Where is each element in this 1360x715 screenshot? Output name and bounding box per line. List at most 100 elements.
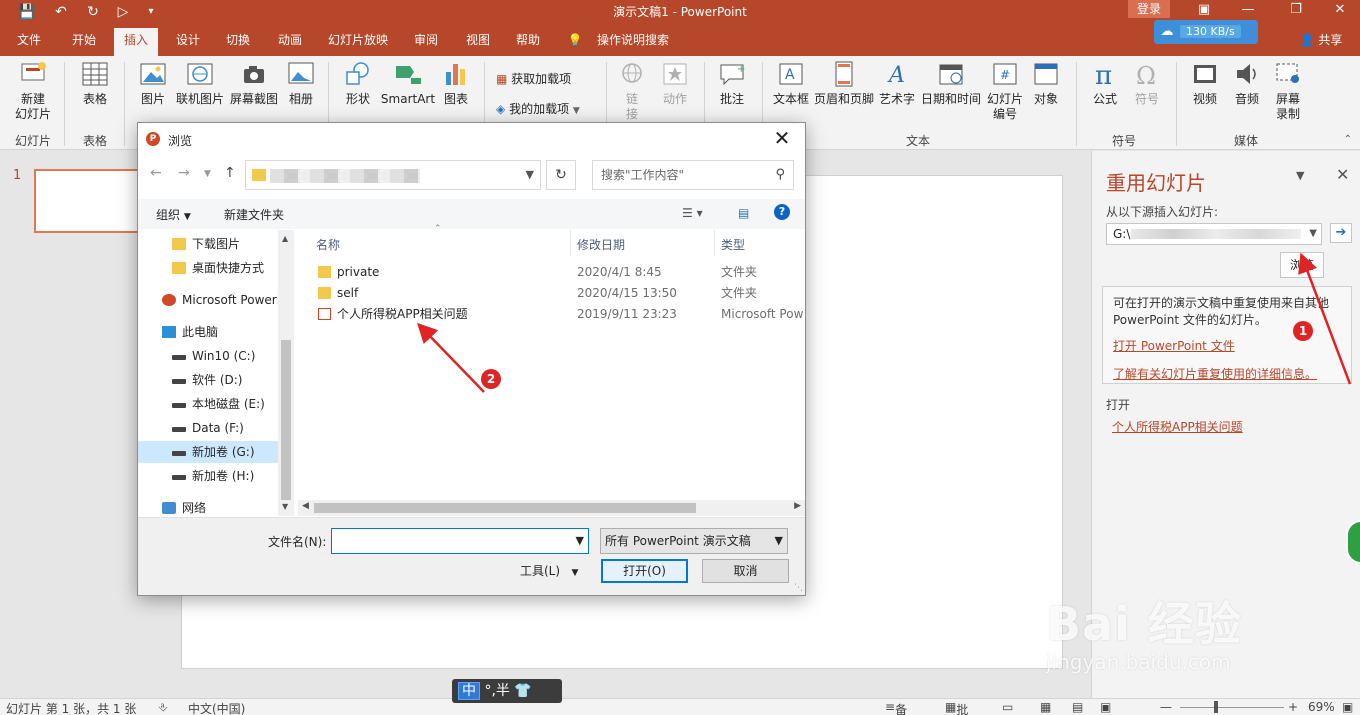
floating-side-button[interactable] [1346,520,1360,564]
column-header-type[interactable]: 类型 [721,236,745,253]
forward-arrow-icon[interactable]: → [178,165,190,181]
screen-record-button[interactable]: 屏幕 录制 [1268,60,1308,122]
hscroll-thumb[interactable] [314,503,696,513]
object-button[interactable]: 对象 [1028,60,1064,107]
wordart-button[interactable]: A 艺术字 [878,60,916,107]
restore-icon[interactable]: ❐ [1276,0,1316,22]
nav-scroll-thumb[interactable] [281,340,291,500]
tab-animations[interactable]: 动画 [268,30,312,56]
file-type-filter[interactable]: 所有 PowerPoint 演示文稿 ▼ [600,528,788,554]
recent-file-link[interactable]: 个人所得税APP相关问题 [1112,418,1243,435]
online-picture-button[interactable]: 联机图片 [174,60,226,107]
resize-grip-icon[interactable]: ⋱ [794,583,803,593]
ime-mode[interactable]: 中 [458,682,480,700]
nav-item[interactable]: 桌面快捷方式 [138,257,278,279]
file-row[interactable]: 个人所得税APP相关问题 2019/9/11 23:23 Microsoft Pow [298,304,805,325]
normal-view-icon[interactable]: ▭ [1002,700,1013,714]
tools-button[interactable]: 工具(L) ▼ [520,562,578,579]
accessibility-icon[interactable]: ⎀ [158,700,168,715]
scroll-left-icon[interactable]: ◀ [302,501,309,511]
close-window-icon[interactable]: ✕ [1320,0,1360,22]
close-pane-icon[interactable]: ✕ [1336,165,1349,184]
shirt-icon[interactable]: 👕 [514,683,531,699]
nav-item[interactable]: 新加卷 (H:) [138,465,278,487]
organize-button[interactable]: 组织 ▼ [156,206,191,223]
reading-view-icon[interactable]: ▤ [1072,700,1083,714]
nav-item[interactable]: Win10 (C:) [138,345,278,367]
textbox-button[interactable]: A 文本框 [770,60,812,107]
screenshot-button[interactable]: 屏幕截图 [228,60,280,107]
ime-toolbar[interactable]: 中 °,半 👕 [452,679,562,703]
recent-locations-icon[interactable]: ▼ [204,169,211,179]
datetime-button[interactable]: 日期和时间 [918,60,984,107]
open-button[interactable]: 打开(O) [601,559,688,583]
back-arrow-icon[interactable]: ← [150,165,162,181]
source-input[interactable]: G:\ ▼ [1106,223,1322,245]
ime-punct[interactable]: °,半 [484,683,509,699]
share-button[interactable]: 👤 共享 [1296,30,1346,56]
help-icon[interactable]: ? [774,204,790,220]
pane-options-icon[interactable]: ▼ [1296,169,1304,182]
learn-more-link[interactable]: 了解有关幻灯片重复使用的详细信息。 [1113,365,1317,382]
nav-item[interactable]: 此电脑 [138,321,278,343]
new-slide-button[interactable]: 新建 幻灯片 [8,60,58,122]
nav-item[interactable]: 本地磁盘 (E:) [138,393,278,415]
audio-button[interactable]: 音频 [1228,60,1266,107]
view-options-icon[interactable]: ☰ ▾ [682,206,703,220]
tell-me-search[interactable]: 操作说明搜索 [590,30,676,56]
link-button[interactable]: 链 接 [614,60,650,122]
file-row[interactable]: self 2020/4/15 13:50 文件夹 [298,283,805,304]
refresh-button[interactable]: ↻ [546,160,576,190]
tab-view[interactable]: 视图 [456,30,500,56]
browse-button[interactable]: 浏览 [1280,252,1324,278]
slide-sorter-icon[interactable]: ▦ [1040,700,1051,714]
zoom-in-icon[interactable]: + [1288,700,1298,714]
fit-to-window-icon[interactable]: ▣ [1342,700,1353,714]
video-button[interactable]: 视频 [1186,60,1224,107]
go-arrow-button[interactable]: ➔ [1330,223,1352,243]
column-header-name[interactable]: 名称 [316,236,340,253]
nav-item[interactable]: 下载图片 [138,233,278,255]
notes-button[interactable]: ≡ 备注 [885,700,907,715]
tab-slideshow[interactable]: 幻灯片放映 [320,30,396,56]
address-bar[interactable]: ▼ [245,160,541,190]
tab-home[interactable]: 开始 [62,30,106,56]
nav-scrollbar[interactable]: ▲ ▼ [278,230,294,516]
scroll-right-icon[interactable]: ▶ [794,501,801,511]
symbol-button[interactable]: Ω 符号 [1128,60,1166,107]
shapes-button[interactable]: 形状 [338,60,378,107]
filename-input[interactable]: ▼ [331,528,589,554]
slideshow-view-icon[interactable]: ▣ [1100,700,1111,714]
header-footer-button[interactable]: 页眉和页脚 [812,60,876,107]
open-powerpoint-file-link[interactable]: 打开 PowerPoint 文件 [1113,337,1235,354]
get-addins-button[interactable]: ▦ 获取加载项 [496,70,571,88]
album-button[interactable]: 相册 [284,60,318,107]
table-button[interactable]: 表格 [74,60,116,107]
equation-button[interactable]: π 公式 [1086,60,1124,107]
zoom-slider[interactable] [1180,707,1284,708]
my-addins-button[interactable]: ◈ 我的加载项 ▼ [496,100,580,120]
tab-file[interactable]: 文件 [8,30,50,56]
dialog-close-icon[interactable]: ✕ [767,126,797,152]
comments-button[interactable]: ▦ 批注 [945,700,968,715]
tab-insert[interactable]: 插入 [114,28,158,56]
nav-item[interactable]: 网络 [138,497,278,519]
tab-review[interactable]: 审阅 [404,30,448,56]
new-folder-button[interactable]: 新建文件夹 [224,206,284,223]
minimize-icon[interactable]: — [1228,0,1268,22]
preview-pane-icon[interactable]: ▤ [738,206,749,220]
cancel-button[interactable]: 取消 [702,559,789,583]
picture-button[interactable]: 图片 [136,60,170,107]
nav-item[interactable]: 软件 (D:) [138,369,278,391]
tab-transitions[interactable]: 切换 [216,30,260,56]
scroll-down-icon[interactable]: ▼ [282,502,288,511]
nav-item[interactable]: Data (F:) [138,417,278,439]
tab-design[interactable]: 设计 [166,30,210,56]
ribbon-display-options-icon[interactable]: ▣ [1184,0,1224,22]
slide-number-button[interactable]: # 幻灯片 编号 [984,60,1026,122]
login-button[interactable]: 登录 [1128,0,1170,18]
file-list-hscrollbar[interactable]: ◀ ▶ [298,500,805,516]
nav-item[interactable]: Microsoft PowerPoint [138,289,278,311]
collapse-ribbon-icon[interactable]: ⌃ [1344,134,1352,145]
scroll-up-icon[interactable]: ▲ [282,234,288,243]
